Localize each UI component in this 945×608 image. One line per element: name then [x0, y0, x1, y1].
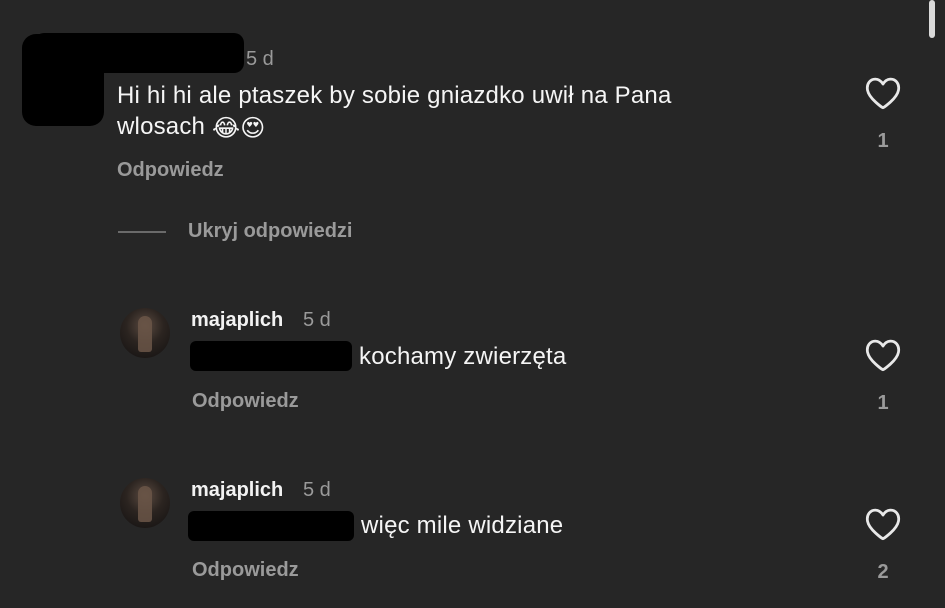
reply-2-username[interactable]: majaplich	[191, 479, 283, 502]
reply-2-reply-button[interactable]: Odpowiedz	[192, 559, 299, 582]
redacted-mention	[188, 511, 354, 541]
comment-text-line-1: Hi hi hi ale ptaszek by sobie gniazdko u…	[117, 82, 672, 109]
comment-like-count: 1	[877, 130, 889, 152]
reply-1-timestamp: 5 d	[303, 309, 331, 331]
comment-text-line-2: wlosach	[117, 113, 206, 140]
redacted-username	[34, 33, 244, 73]
scrollbar[interactable]	[929, 0, 935, 38]
hide-replies-button[interactable]: Ukryj odpowiedzi	[188, 220, 352, 243]
comment-timestamp: 5 d	[246, 48, 274, 70]
reply-1-like-count: 1	[877, 392, 889, 414]
heart-icon[interactable]	[864, 338, 902, 372]
avatar[interactable]	[120, 478, 170, 528]
redacted-mention	[190, 341, 352, 371]
laughing-emoji-icon: 😂	[211, 115, 241, 142]
reply-2-like-count: 2	[877, 561, 889, 583]
reply-2-timestamp: 5 d	[303, 479, 331, 501]
reply-1-reply-button[interactable]: Odpowiedz	[192, 390, 299, 413]
reply-1-username[interactable]: majaplich	[191, 309, 283, 332]
comment-text: Hi hi hi ale ptaszek by sobie gniazdko u…	[117, 80, 672, 142]
comments-screen: 5 d Hi hi hi ale ptaszek by sobie gniazd…	[0, 0, 945, 608]
heart-eyes-emoji-icon: 😍	[240, 115, 266, 142]
comment-reply-button[interactable]: Odpowiedz	[117, 159, 224, 182]
avatar[interactable]	[120, 308, 170, 358]
heart-icon[interactable]	[864, 76, 902, 110]
reply-2-text: więc mile widziane	[361, 512, 564, 539]
heart-icon[interactable]	[864, 507, 902, 541]
reply-1-text: kochamy zwierzęta	[359, 343, 567, 370]
replies-divider-line	[118, 231, 166, 233]
